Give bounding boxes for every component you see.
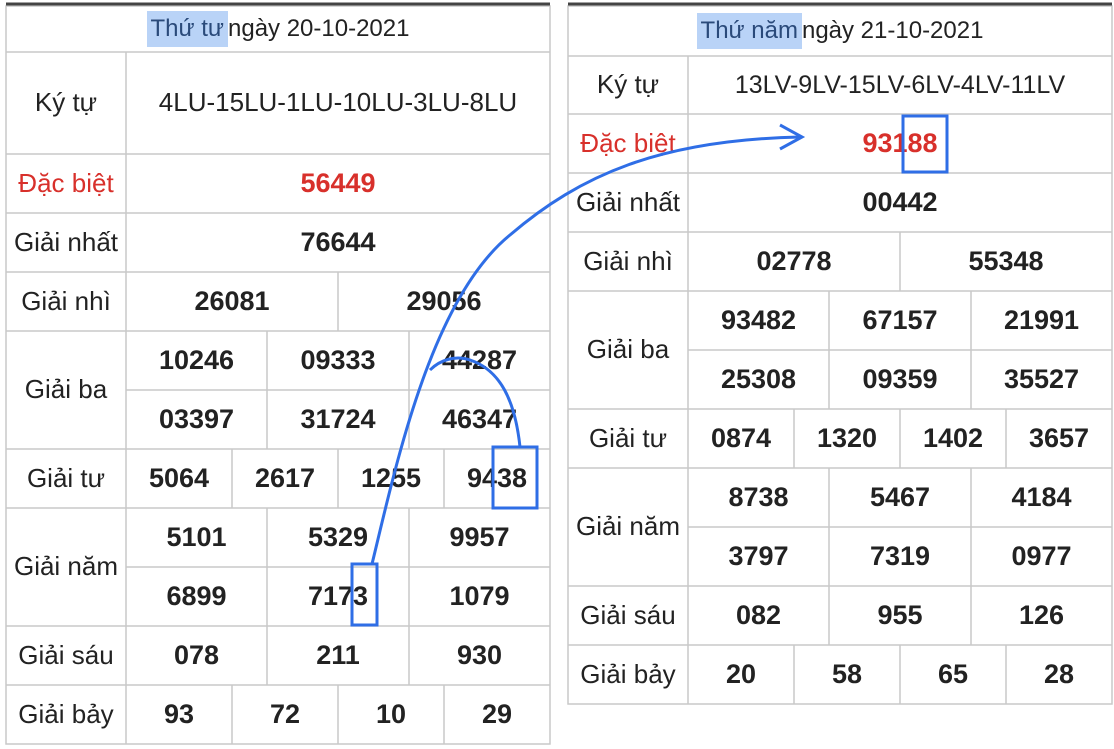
right-label-dac-biet: Đặc biệt: [580, 127, 676, 158]
right-value-giai-nam: 4184: [1011, 481, 1072, 512]
left-label-giai-nhi: Giải nhì: [21, 285, 111, 316]
right-value-giai-ba: 93482: [720, 304, 797, 335]
left-header: Thứ tư ngày 20-10-2021: [6, 6, 550, 52]
left-value-giai-nam: 5329: [307, 521, 369, 552]
right-value-giai-tu: 1402: [922, 422, 984, 453]
right-value-giai-nhat: 00442: [862, 186, 938, 217]
left-value-giai-bay: 10: [375, 698, 407, 729]
right-label-giai-sau: Giải sáu: [580, 599, 676, 630]
left-label-giai-tu: Giải tư: [26, 462, 106, 493]
left-label-giai-nhat: Giải nhất: [13, 226, 119, 257]
left-value-giai-nhi: 29056: [406, 285, 482, 316]
left-value-giai-tu: 5064: [148, 462, 210, 493]
right-value-giai-ba: 09359: [862, 363, 938, 394]
left-header-date: ngày 20-10-2021: [228, 15, 410, 43]
left-value-giai-ba: 03397: [158, 403, 235, 434]
right-value-giai-nam: 8738: [728, 481, 789, 512]
right-value-giai-nhi: 55348: [968, 245, 1044, 276]
right-value-giai-tu: 3657: [1028, 422, 1090, 453]
left-value-giai-ba: 46347: [441, 403, 518, 434]
left-label-ky-tu: Ký tự: [34, 87, 98, 118]
left-value-giai-nam: 1079: [449, 580, 510, 611]
left-value-dac-biet: 56449: [300, 167, 376, 198]
right-value-giai-nam: 5467: [869, 481, 931, 512]
left-value-giai-nhi: 26081: [194, 285, 270, 316]
left-header-day: Thứ tư: [146, 11, 228, 47]
left-value-giai-ba: 09333: [300, 344, 376, 375]
right-header-day: Thứ năm: [696, 13, 802, 49]
left-value-giai-nam: 7173: [307, 580, 369, 611]
right-value-giai-nhi: 02778: [756, 245, 832, 276]
right-value-giai-ba: 21991: [1003, 304, 1080, 335]
right-value-giai-sau: 082: [735, 599, 782, 630]
right-label-giai-nam: Giải năm: [575, 511, 681, 542]
right-value-giai-ba: 67157: [862, 304, 938, 335]
right-label-giai-ba: Giải ba: [586, 334, 670, 365]
left-value-giai-ba: 44287: [441, 344, 518, 375]
left-value-giai-sau: 930: [456, 639, 503, 670]
left-value-ky-tu: 4LU-15LU-1LU-10LU-3LU-8LU: [158, 87, 518, 118]
left-value-giai-nhat: 76644: [300, 226, 376, 257]
left-value-giai-bay: 29: [481, 698, 513, 729]
right-value-giai-sau: 126: [1018, 599, 1065, 630]
right-value-giai-nam: 0977: [1011, 540, 1072, 571]
left-value-giai-sau: 211: [316, 639, 360, 670]
right-value-giai-bay: 28: [1043, 658, 1075, 689]
right-header: Thứ năm ngày 21-10-2021: [568, 6, 1112, 56]
left-label-giai-sau: Giải sáu: [18, 639, 114, 670]
left-label-giai-nam: Giải năm: [13, 551, 119, 582]
left-value-giai-nam: 5101: [166, 521, 227, 552]
left-value-giai-nam: 6899: [166, 580, 227, 611]
left-value-giai-ba: 10246: [158, 344, 235, 375]
left-value-giai-bay: 93: [163, 698, 195, 729]
left-label-giai-ba: Giải ba: [24, 374, 108, 405]
right-value-giai-nam: 3797: [728, 540, 789, 571]
right-value-dac-biet: 93188: [862, 127, 938, 158]
left-value-giai-bay: 72: [269, 698, 301, 729]
right-label-giai-nhat: Giải nhất: [575, 186, 681, 217]
left-value-giai-sau: 078: [173, 639, 220, 670]
right-label-giai-tu: Giải tư: [588, 422, 668, 453]
left-value-giai-nam: 9957: [449, 521, 510, 552]
left-label-giai-bay: Giải bảy: [18, 698, 114, 729]
left-value-giai-tu: 1255: [360, 462, 422, 493]
right-value-giai-ba: 35527: [1003, 363, 1080, 394]
left-value-giai-tu: 9438: [466, 462, 528, 493]
right-value-giai-tu: 1320: [816, 422, 878, 453]
right-header-date: ngày 21-10-2021: [801, 17, 984, 45]
right-label-giai-bay: Giải bảy: [580, 658, 676, 689]
right-value-ky-tu: 13LV-9LV-15LV-6LV-4LV-11LV: [734, 70, 1066, 99]
left-value-giai-ba: 31724: [300, 403, 376, 434]
right-value-giai-bay: 65: [937, 658, 969, 689]
right-value-giai-ba: 25308: [720, 363, 797, 394]
right-label-giai-nhi: Giải nhì: [583, 245, 673, 276]
right-label-ky-tu: Ký tự: [596, 69, 660, 100]
right-value-giai-bay: 58: [831, 658, 863, 689]
right-value-giai-tu: 0874: [710, 422, 772, 453]
right-value-giai-sau: 955: [877, 599, 923, 630]
left-value-giai-tu: 2617: [254, 462, 316, 493]
left-label-dac-biet: Đặc biệt: [18, 167, 114, 198]
right-value-giai-nam: 7319: [869, 540, 931, 571]
right-value-giai-bay: 20: [725, 658, 757, 689]
